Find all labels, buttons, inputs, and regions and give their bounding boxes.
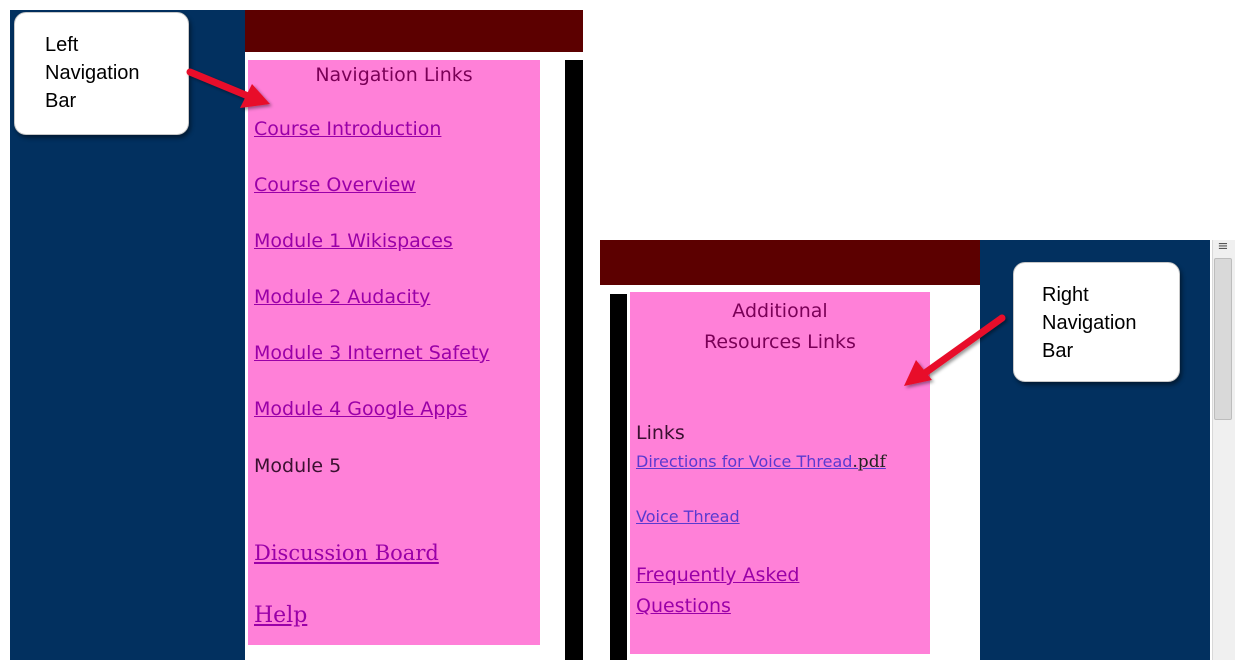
callout-arrows <box>186 68 1006 386</box>
right-arrow-icon <box>904 314 1006 386</box>
left-arrow-icon <box>186 68 270 108</box>
